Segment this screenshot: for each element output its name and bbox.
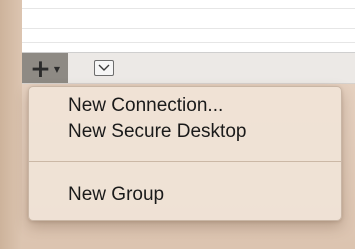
plus-icon: + (29, 53, 51, 83)
add-popup-menu: New Connection... New Secure Desktop New… (28, 86, 342, 221)
chevron-down-icon: ▼ (53, 64, 61, 74)
bottom-toolbar: + ▼ (22, 53, 355, 84)
window-background-edge (0, 0, 22, 249)
add-button[interactable]: + ▼ (22, 53, 68, 83)
view-options-button[interactable] (94, 60, 114, 76)
list-row-divider (22, 28, 355, 29)
list-row-divider (22, 8, 355, 9)
menu-item-new-secure-desktop[interactable]: New Secure Desktop (29, 119, 341, 145)
menu-item-new-connection[interactable]: New Connection... (29, 93, 341, 119)
connection-list[interactable] (22, 0, 355, 53)
menu-separator (29, 161, 341, 162)
dropdown-box-icon (98, 64, 110, 71)
menu-item-new-group[interactable]: New Group (29, 182, 341, 208)
list-row-divider (22, 42, 355, 43)
